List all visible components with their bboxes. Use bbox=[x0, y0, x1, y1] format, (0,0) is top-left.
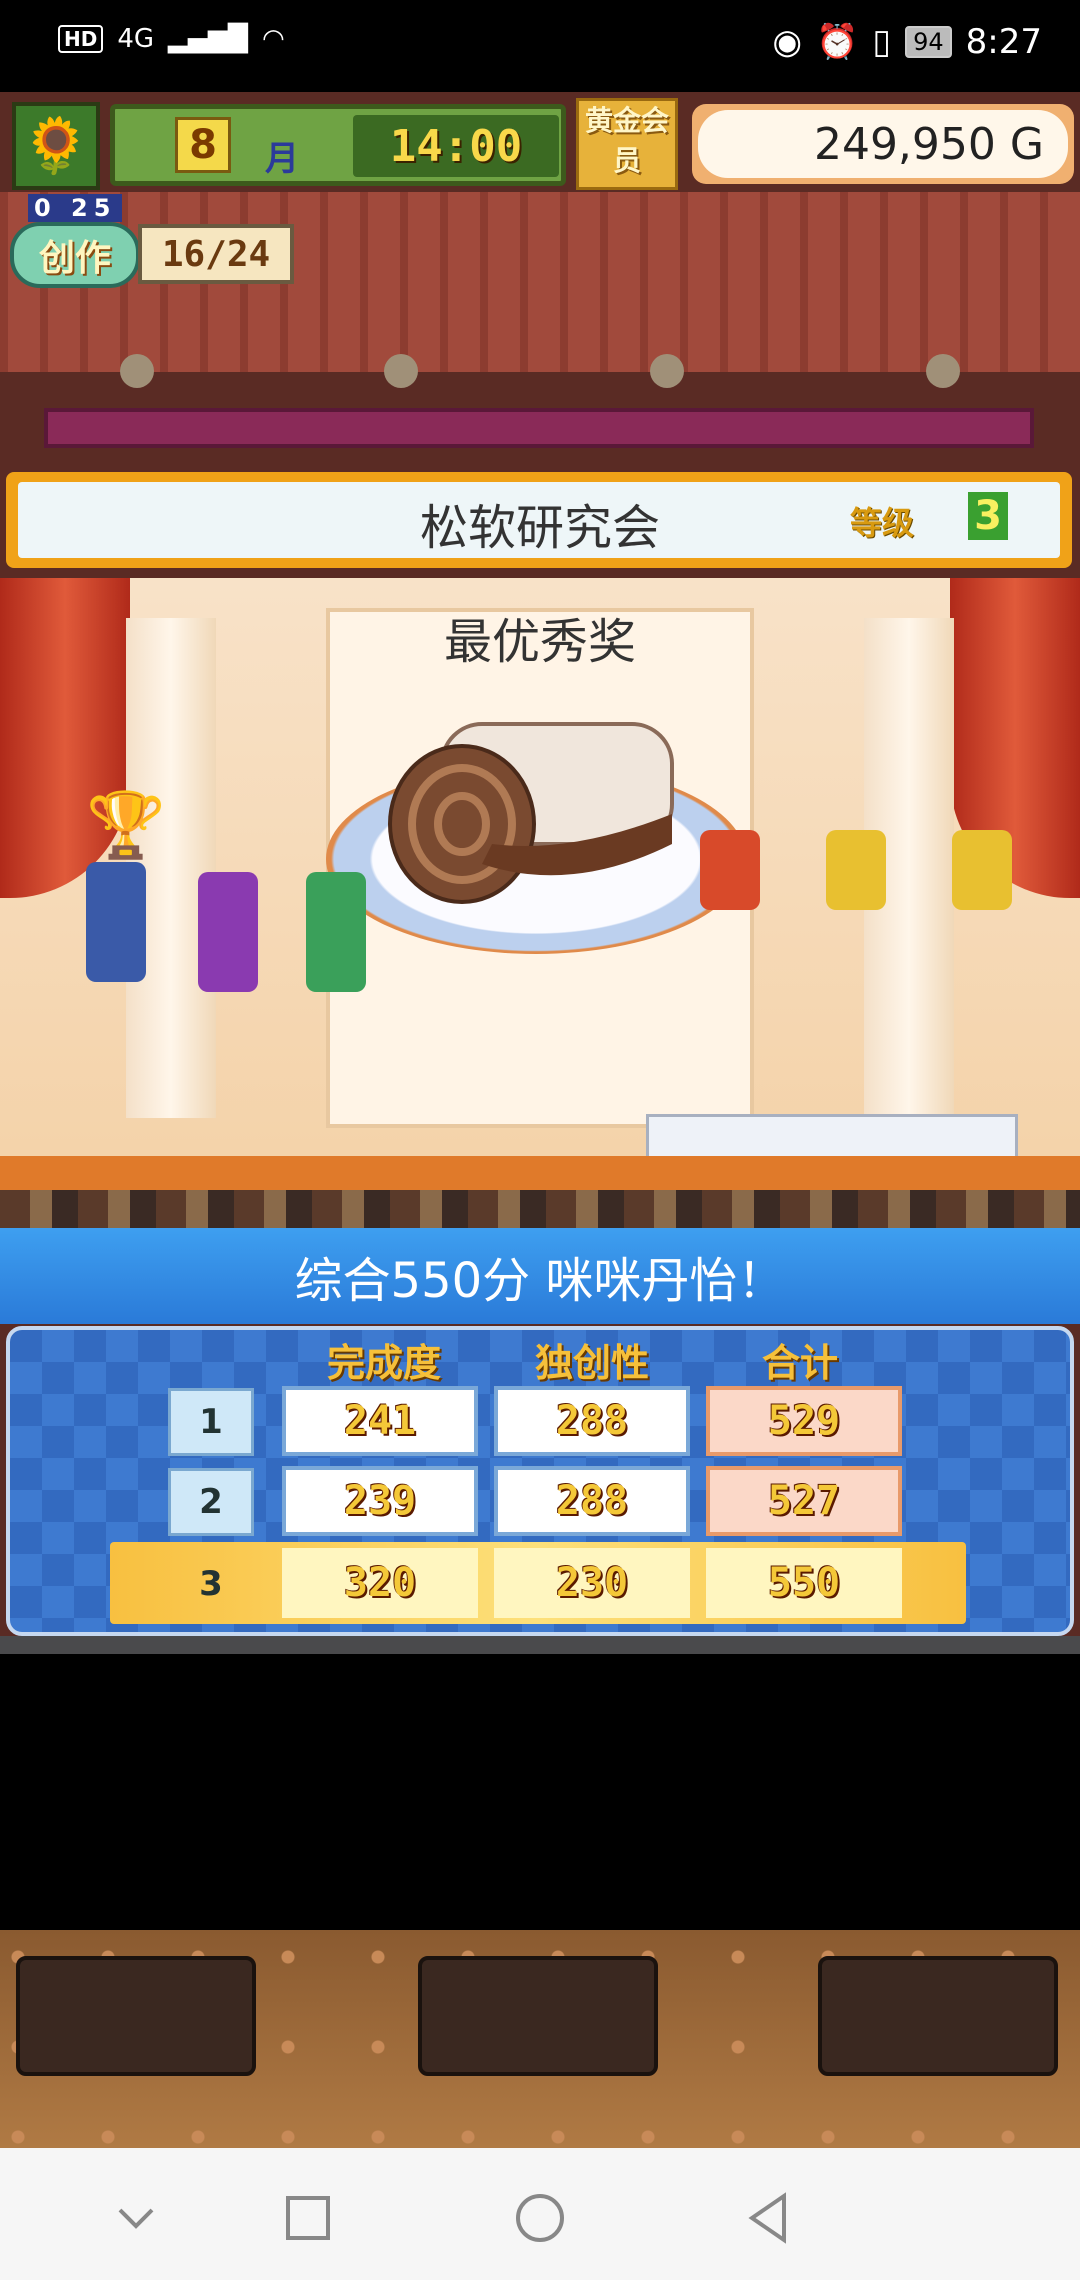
roll-cake-image bbox=[388, 722, 674, 904]
score-completion: 241 bbox=[282, 1386, 478, 1456]
bottom-menu bbox=[0, 1930, 1080, 2148]
sunflower-icon[interactable]: 🌻 bbox=[12, 102, 100, 190]
status-bar: HD 4G ▂▄▆█ ◠ ◉ ⏰ ▯ 94 8:27 bbox=[0, 0, 1080, 92]
character-chef[interactable] bbox=[86, 862, 146, 982]
score-total: 527 bbox=[706, 1466, 902, 1536]
character-contestant bbox=[198, 872, 258, 992]
vibrate-icon: ▯ bbox=[872, 22, 892, 62]
row-rank: 3 bbox=[199, 1564, 223, 1604]
col-originality: 独创性 bbox=[534, 1341, 649, 1385]
rank-label: 等级 bbox=[850, 504, 915, 542]
audience bbox=[0, 1190, 1080, 1228]
judge bbox=[952, 830, 1012, 910]
game-screen[interactable]: 🌻 8 月 14:00 黄金会员 249,950 G 0 25 创作 16/24… bbox=[0, 92, 1080, 1654]
menu-button-left[interactable] bbox=[16, 1956, 256, 2076]
create-status[interactable]: 0 25 创作 16/24 bbox=[10, 194, 294, 292]
alarm-icon: ⏰ bbox=[816, 22, 859, 62]
award-title: 最优秀奖 bbox=[443, 614, 636, 670]
rank-value: 3 bbox=[968, 492, 1008, 540]
stage-floor bbox=[0, 1156, 1080, 1190]
col-completion: 完成度 bbox=[326, 1341, 441, 1385]
col-total: 合计 bbox=[761, 1341, 838, 1385]
create-count: 16/24 bbox=[138, 224, 294, 284]
create-label: 创作 bbox=[10, 222, 140, 288]
ceiling-lamp bbox=[120, 354, 154, 388]
score-completion: 320 bbox=[282, 1548, 478, 1618]
status-right: ◉ ⏰ ▯ 94 8:27 bbox=[772, 22, 1042, 62]
game-time: 14:00 bbox=[353, 115, 559, 177]
score-completion: 239 bbox=[282, 1466, 478, 1536]
signal-icon: 4G bbox=[117, 24, 155, 54]
money-value: 249,950 G bbox=[698, 110, 1068, 178]
ceiling-lamp bbox=[384, 354, 418, 388]
score-originality: 230 bbox=[494, 1548, 690, 1618]
nav-recents-icon[interactable] bbox=[278, 2188, 338, 2248]
score-total: 550 bbox=[706, 1548, 902, 1618]
score-originality: 288 bbox=[494, 1466, 690, 1536]
ceiling-lamp bbox=[926, 354, 960, 388]
money-panel: 249,950 G bbox=[692, 104, 1074, 184]
row-rank: 1 bbox=[168, 1388, 254, 1456]
contest-title: 松软研究会 bbox=[419, 500, 660, 556]
trophy-icon: 🏆 bbox=[86, 789, 166, 863]
wifi-icon: ◠ bbox=[262, 24, 285, 54]
empty-area bbox=[0, 1654, 1080, 1930]
clock: 8:27 bbox=[965, 22, 1042, 62]
score-total: 529 bbox=[706, 1386, 902, 1456]
hud-bar: 🌻 8 月 14:00 黄金会员 249,950 G bbox=[6, 98, 1074, 192]
gold-member-badge[interactable]: 黄金会员 bbox=[576, 98, 678, 190]
eye-icon: ◉ bbox=[772, 22, 803, 62]
signal-bars-icon: ▂▄▆█ bbox=[168, 24, 249, 54]
ceiling-lamp bbox=[650, 354, 684, 388]
menu-button-right[interactable] bbox=[818, 1956, 1058, 2076]
hd-icon: HD bbox=[58, 25, 104, 53]
curtain-valance bbox=[44, 408, 1034, 448]
score-originality: 288 bbox=[494, 1386, 690, 1456]
month-unit: 月 bbox=[265, 139, 299, 179]
month-number: 8 bbox=[175, 117, 231, 173]
system-nav-bar bbox=[0, 2148, 1080, 2280]
nav-home-icon[interactable] bbox=[510, 2188, 570, 2248]
nav-back-icon[interactable] bbox=[738, 2188, 798, 2248]
status-left: HD 4G ▂▄▆█ ◠ bbox=[58, 24, 285, 54]
judge bbox=[700, 830, 760, 910]
character-contestant bbox=[306, 872, 366, 992]
menu-button-center[interactable] bbox=[418, 1956, 658, 2076]
road bbox=[0, 1636, 1080, 1654]
judge bbox=[826, 830, 886, 910]
create-sub: 0 25 bbox=[28, 194, 123, 222]
battery-icon: 94 bbox=[905, 26, 952, 58]
nav-down-icon[interactable] bbox=[106, 2188, 166, 2248]
result-headline: 综合550分 咪咪丹怡！ bbox=[0, 1228, 1080, 1324]
row-rank: 2 bbox=[168, 1468, 254, 1536]
date-panel: 8 月 14:00 bbox=[110, 104, 566, 186]
